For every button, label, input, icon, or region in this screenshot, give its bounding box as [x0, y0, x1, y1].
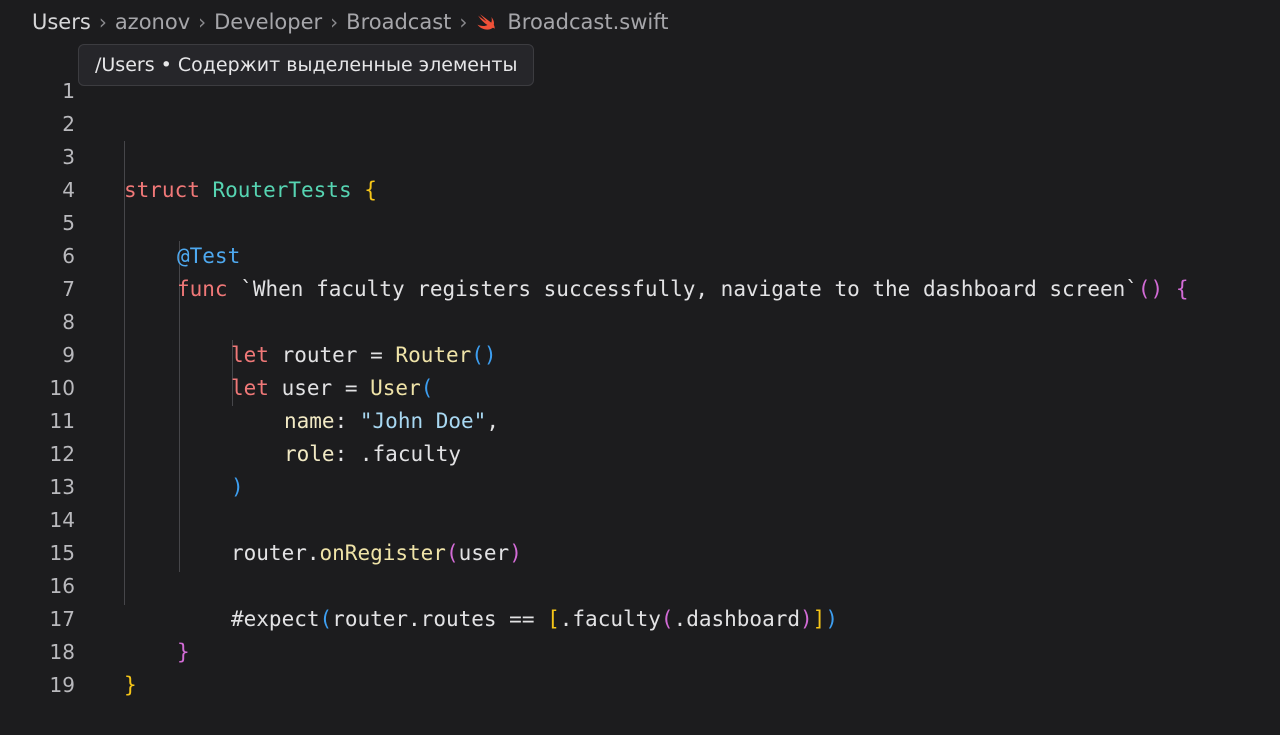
code-line-6: 6 func `When faculty registers successfu… [0, 207, 1280, 301]
breadcrumb-item-azonov[interactable]: azonov [115, 10, 190, 34]
swift-icon [475, 11, 497, 33]
close-brace: } [124, 673, 137, 697]
code-line-18: 18 } [0, 603, 1280, 697]
code-line-17: 17 } [0, 570, 1280, 664]
line-number: 19 [49, 673, 75, 697]
code-line-4: 4 [0, 141, 1280, 202]
tooltip-text: /Users • Содержит выделенные элементы [95, 54, 518, 76]
breadcrumb-item-broadcast[interactable]: Broadcast [346, 10, 451, 34]
chevron-right-icon: › [459, 10, 468, 34]
code-line-15: 15 [0, 504, 1280, 565]
breadcrumb-item-developer[interactable]: Developer [214, 10, 322, 34]
chevron-right-icon: › [330, 10, 339, 34]
code-line-13: 13 [0, 438, 1280, 499]
code-line-11: 11 role: .faculty [0, 372, 1280, 466]
chevron-right-icon: › [198, 10, 207, 34]
code-editor[interactable]: 1 2 3 struct RouterTests { 4 5 @Test 6 f… [0, 42, 1280, 697]
breadcrumb-item-users[interactable]: Users [32, 10, 91, 34]
breadcrumb-tooltip: /Users • Содержит выделенные элементы [78, 44, 535, 86]
breadcrumb: Users › azonov › Developer › Broadcast ›… [0, 0, 1280, 44]
code-line-19: 19 [0, 636, 1280, 697]
code-line-5: 5 @Test [0, 174, 1280, 268]
code-line-8: 8 let router = Router() [0, 273, 1280, 367]
code-line-3: 3 struct RouterTests { [0, 108, 1280, 202]
code-line-12: 12 ) [0, 405, 1280, 499]
code-line-14: 14 router.onRegister(user) [0, 471, 1280, 565]
code-line-16: 16 #expect(router.routes == [.faculty(.d… [0, 537, 1280, 631]
code-line-7: 7 [0, 240, 1280, 301]
code-line-10: 10 name: "John Doe", [0, 339, 1280, 433]
breadcrumb-item-file[interactable]: Broadcast.swift [507, 10, 668, 34]
chevron-right-icon: › [98, 10, 107, 34]
code-line-9: 9 let user = User( [0, 306, 1280, 400]
